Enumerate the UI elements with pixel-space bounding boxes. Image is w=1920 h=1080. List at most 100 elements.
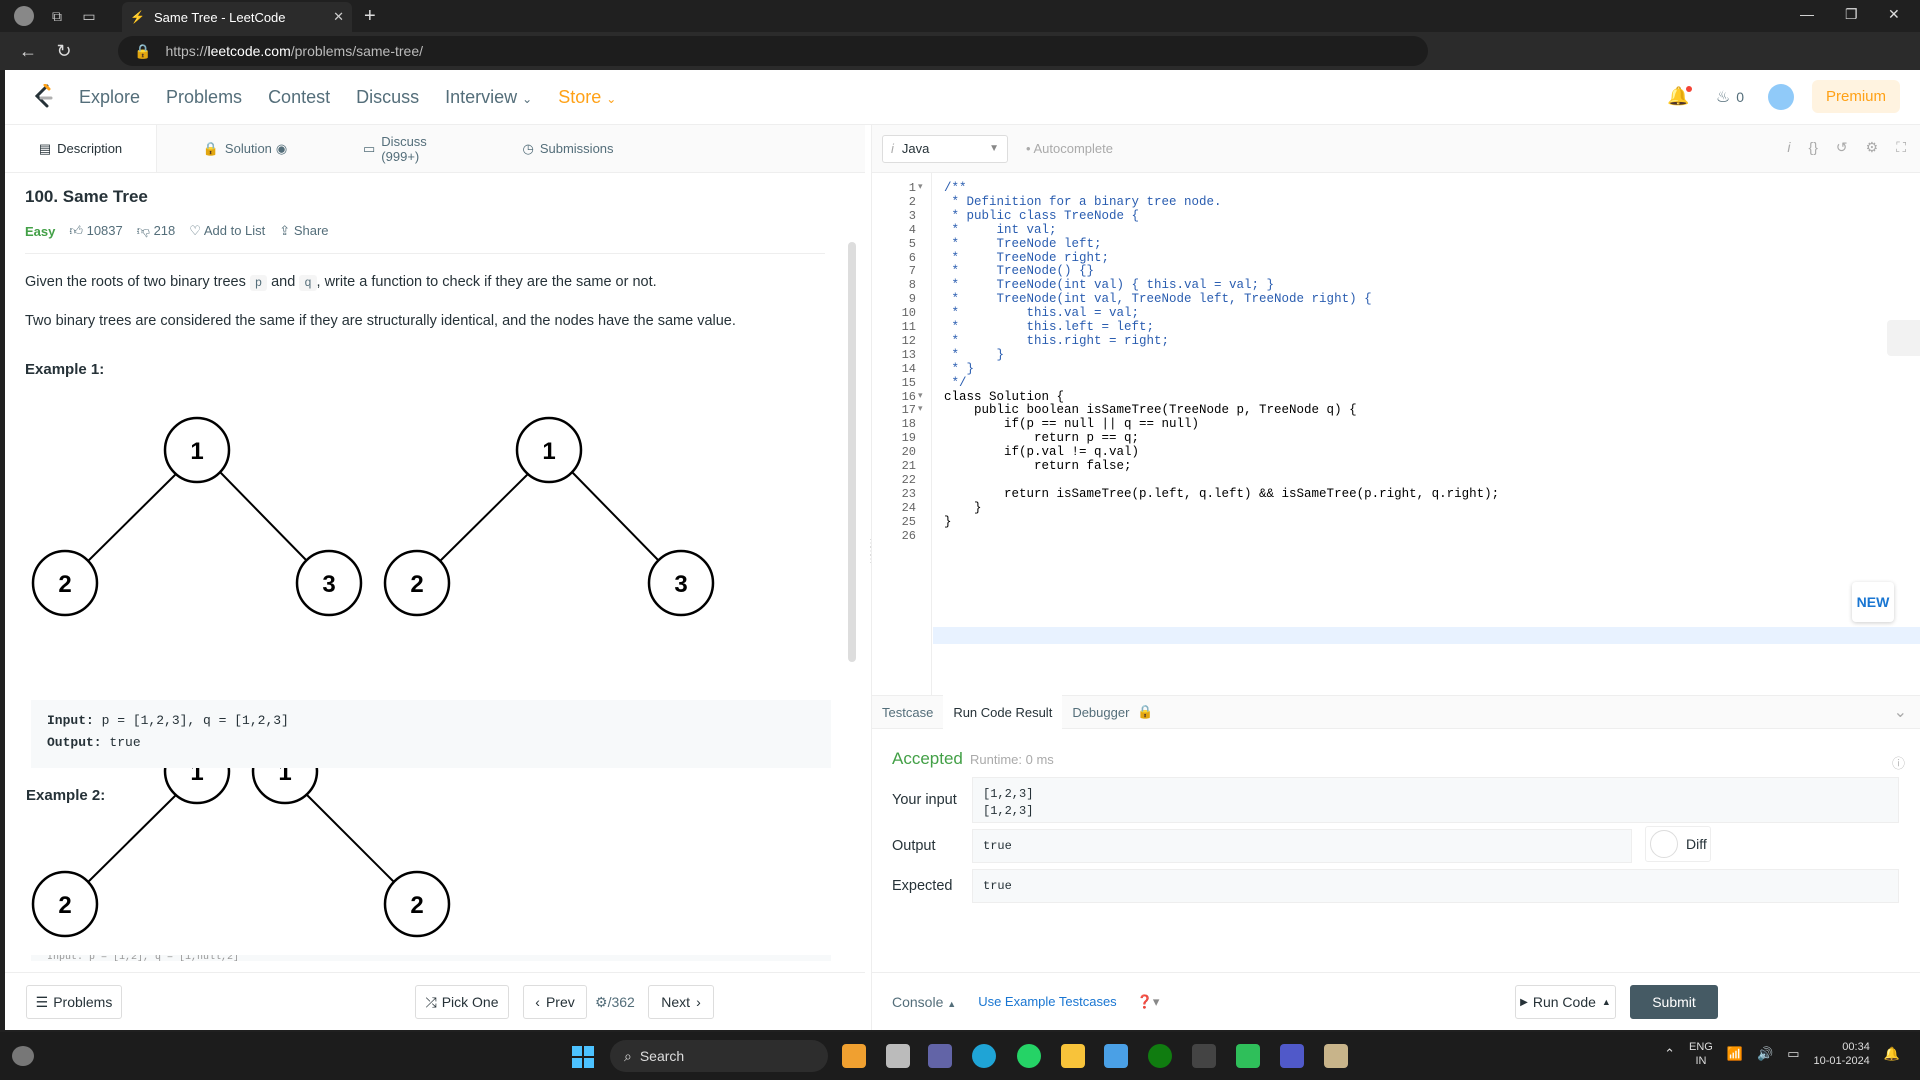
window-close-icon[interactable]: ✕ bbox=[1888, 6, 1900, 23]
add-to-list-button[interactable]: ♡ Add to List bbox=[189, 223, 265, 239]
side-panel-tab[interactable] bbox=[1887, 320, 1920, 356]
volume-icon[interactable]: 🔊 bbox=[1757, 1046, 1773, 1062]
clock[interactable]: 00:34 10-01-2024 bbox=[1814, 1040, 1870, 1068]
tab-actions-icon[interactable]: ▭ bbox=[80, 7, 98, 25]
restore-icon[interactable]: ❐ bbox=[1845, 6, 1858, 23]
collapse-chevron-icon[interactable]: ⌄ bbox=[1894, 702, 1907, 722]
app-icon[interactable] bbox=[1192, 1044, 1216, 1068]
premium-button[interactable]: Premium bbox=[1811, 80, 1900, 113]
notifications-icon[interactable]: 🔔 bbox=[1884, 1046, 1900, 1062]
nav-discuss[interactable]: Discuss bbox=[356, 87, 419, 108]
description-scrollbar[interactable] bbox=[848, 242, 856, 662]
line-number: 16 bbox=[901, 389, 916, 404]
expected-label: Expected bbox=[892, 878, 953, 894]
edge-icon[interactable] bbox=[972, 1044, 996, 1068]
teams-icon[interactable] bbox=[928, 1044, 952, 1068]
minimize-icon[interactable]: — bbox=[1800, 6, 1814, 22]
nav-store[interactable]: Store ⌄ bbox=[558, 87, 616, 108]
file-explorer-icon[interactable] bbox=[1061, 1044, 1085, 1068]
console-button[interactable]: Console ▲ bbox=[892, 994, 956, 1010]
line-number: 3 bbox=[908, 208, 916, 223]
share-button[interactable]: ⇪ Share bbox=[279, 223, 328, 239]
tab-discuss[interactable]: ▭ Discuss (999+) bbox=[333, 125, 493, 172]
discuss-icon: ▭ bbox=[363, 140, 376, 156]
fold-chevron-icon[interactable]: ▾ bbox=[918, 403, 923, 414]
autocomplete-toggle[interactable]: • Autocomplete bbox=[1026, 141, 1113, 156]
code-line: if(p == null || q == null) bbox=[944, 417, 1200, 432]
reset-icon[interactable]: ↺ bbox=[1836, 139, 1848, 156]
run-code-button[interactable]: ▶ Run Code ▲ bbox=[1515, 985, 1616, 1019]
leetcode-logo-icon[interactable] bbox=[29, 82, 59, 112]
settings-icon[interactable]: ⚙ bbox=[1866, 139, 1879, 156]
refresh-icon[interactable]: ↻ bbox=[46, 41, 82, 62]
nav-explore[interactable]: Explore bbox=[79, 87, 140, 108]
format-braces-icon[interactable]: {} bbox=[1809, 139, 1818, 156]
close-tab-icon[interactable]: ✕ bbox=[333, 9, 344, 25]
fire-icon[interactable]: ♨ bbox=[1716, 87, 1730, 107]
fold-chevron-icon[interactable]: ▾ bbox=[918, 390, 923, 401]
wifi-icon[interactable]: 📶 bbox=[1727, 1046, 1743, 1062]
store-icon[interactable] bbox=[1104, 1044, 1128, 1068]
xbox-icon[interactable] bbox=[1148, 1044, 1172, 1068]
prev-button[interactable]: ‹ Prev bbox=[523, 985, 587, 1019]
help-circle-icon[interactable]: ❓▾ bbox=[1137, 994, 1160, 1010]
help-icon[interactable]: ⓘ bbox=[1892, 753, 1905, 772]
pick-one-button[interactable]: ⤮ Pick One bbox=[415, 985, 509, 1019]
tab-solution[interactable]: 🔒 Solution ◉ bbox=[157, 125, 333, 172]
notification-bell-icon[interactable]: 🔔 bbox=[1667, 86, 1692, 107]
language-indicator[interactable]: ENG IN bbox=[1689, 1040, 1713, 1068]
start-icon[interactable] bbox=[572, 1046, 594, 1068]
taskbar-search[interactable]: ⌕ Search bbox=[610, 1040, 828, 1072]
app-icon[interactable] bbox=[842, 1044, 866, 1068]
code-line: * TreeNode left; bbox=[944, 236, 1102, 251]
problems-list-button[interactable]: ☰ Problems bbox=[26, 985, 122, 1019]
new-tab-icon[interactable]: + bbox=[364, 5, 376, 28]
language-select[interactable]: i Java ▼ bbox=[882, 134, 1008, 163]
like-button[interactable]: 👍︎ 10837 bbox=[69, 223, 122, 239]
next-button[interactable]: Next › bbox=[648, 985, 714, 1019]
app-icon[interactable] bbox=[1324, 1044, 1348, 1068]
tab-debugger[interactable]: Debugger 🔒 bbox=[1062, 695, 1163, 729]
windows-taskbar: ⌕ Search ⌃ ENG IN 📶 🔊 ▭ 00:34 10-01-2024 🔔 bbox=[0, 1032, 1920, 1080]
tab-description[interactable]: ▤ Description bbox=[5, 125, 157, 172]
tab-testcase[interactable]: Testcase bbox=[872, 695, 943, 729]
problem-counter[interactable]: ⚙/362 bbox=[595, 994, 635, 1011]
tab-submissions[interactable]: ◷ Submissions bbox=[493, 125, 643, 172]
use-example-testcases-link[interactable]: Use Example Testcases bbox=[978, 994, 1117, 1009]
browser-tab[interactable]: ⚡ Same Tree - LeetCode ✕ bbox=[122, 2, 352, 32]
back-icon[interactable]: ← bbox=[10, 41, 46, 62]
line-number: 18 bbox=[901, 417, 916, 432]
nav-problems[interactable]: Problems bbox=[166, 87, 242, 108]
console-label: Console bbox=[892, 993, 944, 1010]
dislike-button[interactable]: 👎︎ 218 bbox=[137, 223, 176, 239]
info-icon: i bbox=[891, 141, 894, 156]
tab-run-code-result[interactable]: Run Code Result bbox=[943, 695, 1063, 729]
chevron-right-icon: › bbox=[696, 994, 701, 1010]
whatsapp-icon[interactable] bbox=[1017, 1044, 1041, 1068]
new-feature-button[interactable]: NEW bbox=[1852, 582, 1894, 622]
add-to-list-label: Add to List bbox=[203, 223, 266, 238]
battery-icon[interactable]: ▭ bbox=[1787, 1046, 1799, 1062]
example-1-input: p = [1,2,3], q = [1,2,3] bbox=[93, 713, 289, 728]
chevron-up-icon[interactable]: ⌃ bbox=[1664, 1046, 1675, 1062]
weather-icon[interactable] bbox=[12, 1046, 34, 1066]
fold-chevron-icon[interactable]: ▾ bbox=[918, 181, 923, 192]
line-number: 19 bbox=[901, 431, 916, 446]
url-field[interactable]: 🔒 https://leetcode.com/problems/same-tre… bbox=[118, 36, 1428, 66]
task-view-icon[interactable] bbox=[886, 1044, 910, 1068]
teams-icon[interactable] bbox=[1280, 1044, 1304, 1068]
code-editor[interactable]: 1 ▾ 2 3 4 5 6 7 8 9 10 11 12 13 14 15 16 ▾ 17 ▾ 18 19 20 21 22 23… bbox=[872, 173, 1920, 695]
diff-toggle[interactable]: Diff bbox=[1645, 826, 1711, 862]
app-icon[interactable] bbox=[1236, 1044, 1260, 1068]
avatar[interactable] bbox=[1767, 83, 1794, 110]
date: 10-01-2024 bbox=[1813, 1055, 1870, 1067]
nav-interview[interactable]: Interview ⌄ bbox=[445, 87, 532, 108]
nav-contest[interactable]: Contest bbox=[268, 87, 330, 108]
workspaces-icon[interactable]: ⧉ bbox=[48, 7, 66, 25]
submit-button[interactable]: Submit bbox=[1630, 985, 1718, 1019]
tab-solution-label: Solution bbox=[224, 141, 272, 156]
line-number: 23 bbox=[901, 486, 916, 501]
fullscreen-icon[interactable]: ⛶ bbox=[1896, 139, 1906, 156]
profile-icon[interactable] bbox=[14, 6, 34, 26]
info-icon[interactable]: i bbox=[1787, 139, 1790, 156]
